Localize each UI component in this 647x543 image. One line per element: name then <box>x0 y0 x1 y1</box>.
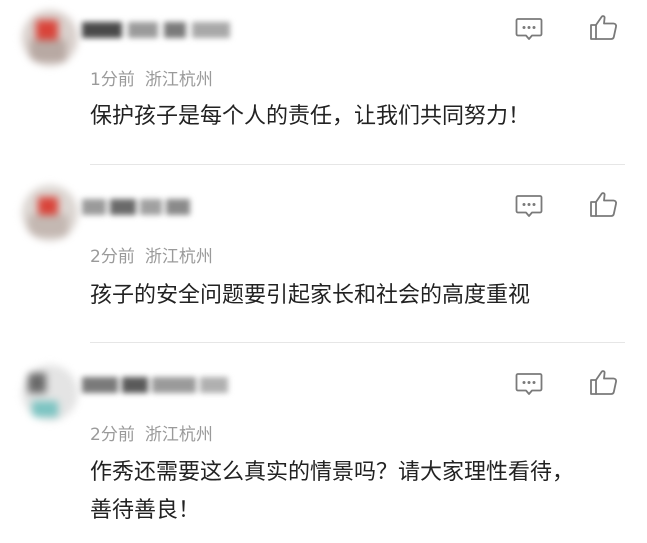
comment-text: 保护孩子是每个人的责任，让我们共同努力！ <box>90 104 531 129</box>
reply-button[interactable] <box>512 14 546 44</box>
thumbs-up-icon <box>590 370 618 395</box>
comment-location: 浙江杭州 <box>144 247 213 267</box>
reply-button[interactable] <box>512 369 546 399</box>
thumbs-up-icon <box>590 15 618 40</box>
comment-meta: 1分前 浙江杭州 <box>90 65 213 90</box>
comment-item: 2分前 浙江杭州 孩子的安全问题要引起家长和社会的高度重视 <box>0 165 647 343</box>
reply-button[interactable] <box>512 191 546 221</box>
username-blurred[interactable] <box>82 18 232 42</box>
comment-item: 1分前 浙江杭州 保护孩子是每个人的责任，让我们共同努力！ <box>0 0 647 165</box>
comment-location: 浙江杭州 <box>144 425 213 445</box>
like-button[interactable] <box>587 189 621 219</box>
comment-item: 2分前 浙江杭州 作秀还需要这么真实的情景吗？请大家理性看待，善待善良！ <box>0 343 647 543</box>
username-blurred[interactable] <box>82 195 192 219</box>
like-button[interactable] <box>587 367 621 397</box>
comment-text: 作秀还需要这么真实的情景吗？请大家理性看待，善待善良！ <box>90 460 575 523</box>
username-blurred[interactable] <box>82 373 232 397</box>
comment-text: 孩子的安全问题要引起家长和社会的高度重视 <box>90 283 531 308</box>
comment-bubble-icon <box>515 195 543 217</box>
comment-time: 2分前 <box>90 247 135 267</box>
comment-bubble-icon <box>515 18 543 40</box>
comment-meta: 2分前 浙江杭州 <box>90 420 213 445</box>
comment-time: 2分前 <box>90 425 135 445</box>
comment-bubble-icon <box>515 373 543 395</box>
avatar[interactable] <box>22 185 78 241</box>
comment-time: 1分前 <box>90 70 135 90</box>
thumbs-up-icon <box>590 192 618 217</box>
comment-meta: 2分前 浙江杭州 <box>90 242 213 267</box>
avatar[interactable] <box>22 10 78 66</box>
avatar[interactable] <box>22 365 78 421</box>
comment-location: 浙江杭州 <box>144 70 213 90</box>
like-button[interactable] <box>587 12 621 42</box>
